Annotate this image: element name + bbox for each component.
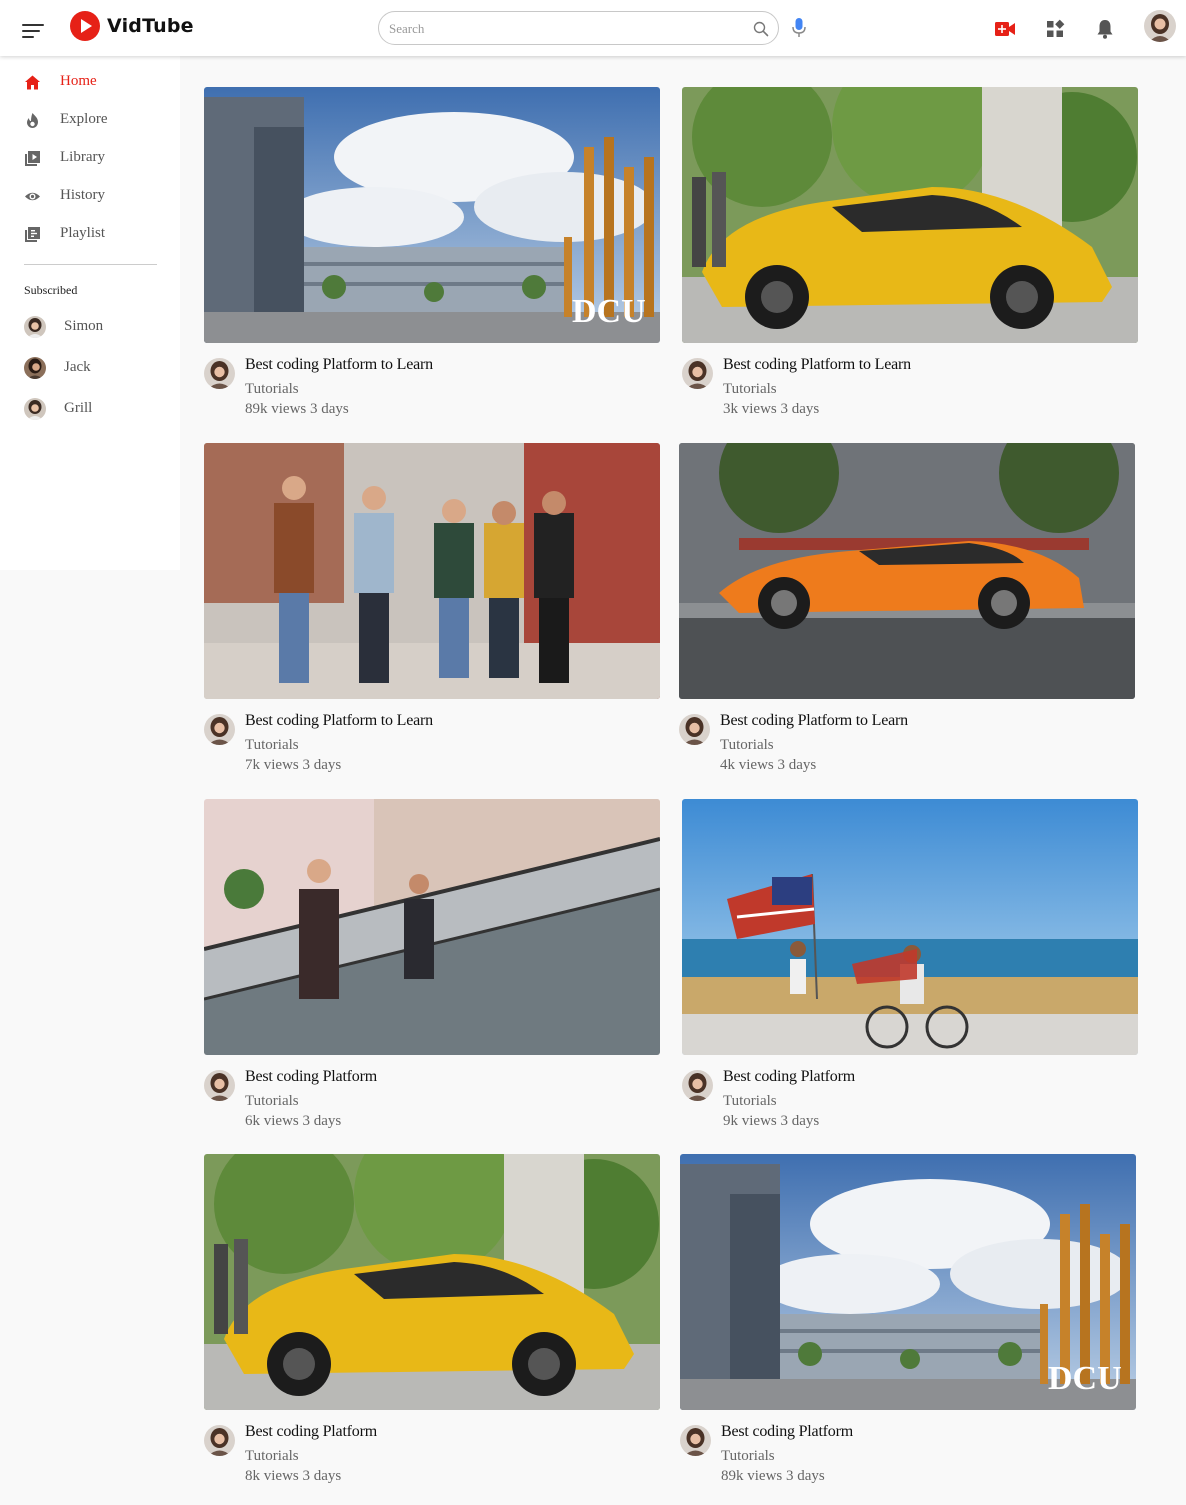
video-thumbnail[interactable] [204, 799, 660, 1055]
channel-name[interactable]: Tutorials [245, 1093, 299, 1110]
video-stats: 8k views 3 days [245, 1468, 342, 1484]
video-stats: 89k views 3 days [245, 401, 349, 417]
sidebar-item-home[interactable]: Home [0, 65, 180, 99]
video-stats: 89k views 3 days [721, 1468, 825, 1484]
search-icon[interactable] [753, 21, 769, 37]
video-title[interactable]: Best coding Platform [723, 1068, 855, 1086]
video-thumbnail[interactable]: DCU [204, 87, 660, 343]
subscription-jack[interactable]: Jack [0, 351, 180, 387]
user-avatar[interactable] [1144, 10, 1176, 42]
channel-avatar [24, 398, 46, 420]
channel-name[interactable]: Tutorials [723, 1093, 777, 1110]
video-stats: 6k views 3 days [245, 1113, 342, 1129]
channel-avatar[interactable] [204, 1425, 235, 1456]
channel-avatar[interactable] [682, 1070, 713, 1101]
subscription-name: Jack [64, 359, 91, 375]
channel-name[interactable]: Tutorials [720, 737, 774, 754]
channel-name[interactable]: Tutorials [721, 1448, 775, 1465]
video-meta: Best coding Platform Tutorials 6k views … [204, 1068, 660, 1138]
sidebar-item-label: Home [60, 73, 97, 89]
subscription-name: Grill [64, 400, 93, 416]
video-stats: 4k views 3 days [720, 757, 817, 773]
video-title[interactable]: Best coding Platform to Learn [723, 356, 911, 374]
explore-icon [27, 113, 38, 128]
svg-text:DCU: DCU [1048, 1360, 1122, 1397]
video-thumbnail[interactable] [679, 443, 1135, 699]
sidebar-item-label: Explore [60, 111, 108, 127]
channel-avatar[interactable] [204, 358, 235, 389]
channel-avatar[interactable] [680, 1425, 711, 1456]
video-thumbnail[interactable] [204, 443, 660, 699]
subscription-grill[interactable]: Grill [0, 392, 180, 428]
sidebar-item-playlist[interactable]: Playlist [0, 217, 180, 251]
video-stats: 9k views 3 days [723, 1113, 820, 1129]
sidebar-item-explore[interactable]: Explore [0, 103, 180, 137]
video-meta: Best coding Platform to Learn Tutorials … [204, 712, 660, 782]
playlist-icon [25, 227, 40, 242]
sidebar-item-label: Library [60, 149, 105, 165]
sidebar-divider [24, 264, 157, 265]
video-title[interactable]: Best coding Platform to Learn [720, 712, 908, 730]
sidebar: Home Explore Library History Playlist Su… [0, 56, 180, 570]
apps-icon[interactable] [1043, 17, 1067, 41]
subscribed-heading: Subscribed [24, 283, 78, 297]
video-title[interactable]: Best coding Platform to Learn [245, 356, 433, 374]
video-meta: Best coding Platform to Learn Tutorials … [679, 712, 1135, 782]
channel-name[interactable]: Tutorials [245, 737, 299, 754]
history-icon [25, 192, 40, 201]
video-meta: Best coding Platform to Learn Tutorials … [682, 356, 1138, 426]
video-thumbnail[interactable] [204, 1154, 660, 1410]
menu-icon[interactable] [22, 22, 44, 40]
channel-avatar[interactable] [204, 714, 235, 745]
sidebar-item-library[interactable]: Library [0, 141, 180, 175]
logo-text: VidTube [107, 15, 194, 37]
home-icon [25, 75, 40, 90]
video-meta: Best coding Platform Tutorials 9k views … [682, 1068, 1138, 1138]
video-thumbnail[interactable] [682, 799, 1138, 1055]
sidebar-item-label: Playlist [60, 225, 106, 241]
video-title[interactable]: Best coding Platform to Learn [245, 712, 433, 730]
channel-avatar [24, 316, 46, 338]
top-bar: VidTube [0, 0, 1186, 56]
channel-avatar[interactable] [679, 714, 710, 745]
notifications-icon[interactable] [1093, 17, 1117, 41]
create-video-icon[interactable] [993, 17, 1017, 41]
channel-name[interactable]: Tutorials [723, 381, 777, 398]
sidebar-item-history[interactable]: History [0, 179, 180, 213]
svg-text:DCU: DCU [572, 293, 646, 330]
video-stats: 3k views 3 days [723, 401, 820, 417]
video-meta: Best coding Platform to Learn Tutorials … [204, 356, 660, 426]
video-thumbnail[interactable] [682, 87, 1138, 343]
subscription-name: Simon [64, 318, 104, 334]
play-logo-icon [70, 11, 100, 41]
channel-avatar [24, 357, 46, 379]
video-title[interactable]: Best coding Platform [721, 1423, 853, 1441]
channel-name[interactable]: Tutorials [245, 1448, 299, 1465]
library-icon [25, 151, 40, 166]
subscription-simon[interactable]: Simon [0, 310, 180, 346]
channel-name[interactable]: Tutorials [245, 381, 299, 398]
search-input[interactable] [389, 19, 739, 39]
sidebar-item-label: History [60, 187, 105, 203]
video-title[interactable]: Best coding Platform [245, 1423, 377, 1441]
video-thumbnail[interactable]: DCU [680, 1154, 1136, 1410]
video-meta: Best coding Platform Tutorials 8k views … [204, 1423, 660, 1493]
video-meta: Best coding Platform Tutorials 89k views… [680, 1423, 1136, 1493]
channel-avatar[interactable] [682, 358, 713, 389]
search-box [378, 11, 779, 45]
video-title[interactable]: Best coding Platform [245, 1068, 377, 1086]
logo[interactable]: VidTube [70, 10, 194, 42]
channel-avatar[interactable] [204, 1070, 235, 1101]
video-stats: 7k views 3 days [245, 757, 342, 773]
mic-icon[interactable] [791, 17, 807, 39]
